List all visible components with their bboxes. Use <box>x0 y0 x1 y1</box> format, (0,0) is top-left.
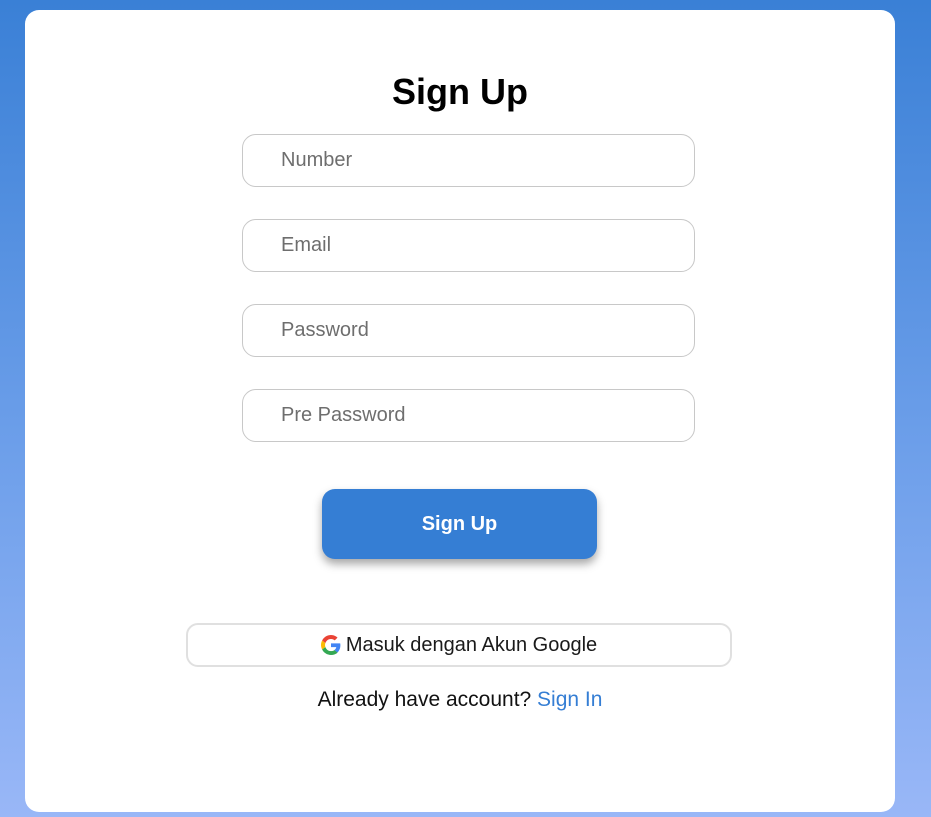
email-field[interactable] <box>242 219 695 272</box>
number-field[interactable] <box>242 134 695 187</box>
password-field[interactable] <box>242 304 695 357</box>
page-title: Sign Up <box>392 71 528 112</box>
signup-card: Sign Up Sign Up Masuk dengan Akun Google… <box>25 10 895 812</box>
signin-link[interactable]: Sign In <box>537 688 602 711</box>
google-signin-button[interactable]: Masuk dengan Akun Google <box>186 623 732 667</box>
google-icon <box>320 635 341 655</box>
google-signin-label: Masuk dengan Akun Google <box>345 633 598 656</box>
confirm-password-field[interactable] <box>242 389 695 442</box>
signup-button[interactable]: Sign Up <box>322 489 597 559</box>
signin-prompt: Already have account? Sign In <box>25 687 895 713</box>
signin-prompt-text: Already have account? <box>317 688 532 711</box>
